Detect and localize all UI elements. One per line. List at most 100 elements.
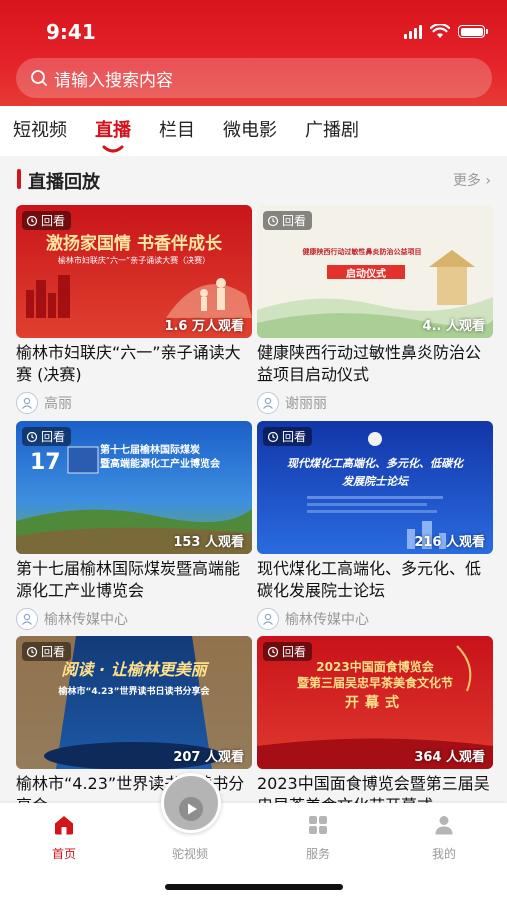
replay-badge-label: 回看: [41, 645, 66, 659]
home-icon: [55, 816, 73, 835]
card-thumbnail[interactable]: 阅读 · 让榆林更美丽 榆林市“4.23”世界读书日读书分享会 回看 207 人…: [16, 636, 252, 769]
thumbnail-headline: 启动仪式: [346, 269, 386, 280]
category-tabs: 短视频 直播 栏目 微电影 广播剧: [0, 106, 507, 156]
nav-services[interactable]: 服务: [278, 813, 358, 862]
replay-icon: [26, 431, 38, 442]
replay-badge: 回看: [22, 427, 72, 446]
card-author: 高丽: [16, 390, 252, 416]
thumbnail-subheadline: 暨高端能源化工产业博览会: [100, 459, 220, 470]
avatar: [257, 392, 279, 414]
tab-columns[interactable]: 栏目: [159, 119, 195, 143]
tab-micro-film[interactable]: 微电影: [223, 119, 277, 143]
replay-badge: 回看: [22, 211, 72, 230]
status-time: 9:41: [46, 20, 96, 44]
replay-badge-label: 回看: [41, 214, 66, 228]
section-header: 直播回放 更多 ›: [0, 156, 507, 202]
grid-icon: [309, 816, 327, 834]
video-center-button[interactable]: [161, 773, 221, 833]
replay-badge-label: 回看: [282, 645, 307, 659]
user-icon: [263, 397, 273, 409]
replay-card[interactable]: 现代煤化工高端化、多元化、低碳化 发展院士论坛 回看 216 人观看 现代煤化工…: [257, 421, 493, 632]
card-title[interactable]: 健康陕西行动过敏性鼻炎防治公益项目启动仪式: [257, 342, 493, 386]
replay-badge: 回看: [263, 642, 313, 661]
replay-badge-label: 回看: [282, 430, 307, 444]
thumbnail-headline: 第十七届榆林国际煤炭: [100, 445, 200, 456]
replay-icon: [26, 646, 38, 657]
author-name: 榆林传媒中心: [285, 612, 369, 628]
replay-card[interactable]: 健康陕西行动过敏性鼻炎防治公益项目 启动仪式 回看 4.. 人观看 健康陕西行动…: [257, 205, 493, 416]
replay-icon: [267, 431, 279, 442]
thumbnail-caption: 开幕式: [345, 695, 405, 711]
replay-card[interactable]: 17 第十七届榆林国际煤炭 暨高端能源化工产业博览会 回看 153 人观看 第十…: [16, 421, 252, 632]
section-title: 直播回放: [28, 172, 100, 193]
replay-badge: 回看: [263, 427, 313, 446]
view-count: 364 人观看: [414, 750, 485, 765]
card-thumbnail[interactable]: 2023中国面食博览会 暨第三届吴忠早茶美食文化节 开幕式 回看 364 人观看: [257, 636, 493, 769]
user-icon: [263, 613, 273, 625]
view-count: 207 人观看: [173, 750, 244, 765]
replay-badge-label: 回看: [41, 430, 66, 444]
avatar: [16, 392, 38, 414]
user-icon: [435, 816, 453, 835]
author-name: 高丽: [44, 396, 72, 412]
tab-live[interactable]: 直播: [95, 119, 131, 153]
wifi-icon: [430, 24, 450, 38]
card-thumbnail[interactable]: 健康陕西行动过敏性鼻炎防治公益项目 启动仪式 回看 4.. 人观看: [257, 205, 493, 338]
author-name: 榆林传媒中心: [44, 612, 128, 628]
card-author: 榆林传媒中心: [257, 606, 493, 632]
thumbnail-subheadline: 发展院士论坛: [342, 475, 408, 488]
home-indicator: [165, 884, 343, 890]
play-icon: [179, 797, 203, 821]
nav-video-label: 驼视频: [171, 847, 208, 861]
avatar: [257, 608, 279, 630]
card-thumbnail[interactable]: 激扬家国情 书香伴成长 榆林市妇联庆“六一”亲子诵读大赛（决赛） 回看 1.6 …: [16, 205, 252, 338]
replay-card[interactable]: 激扬家国情 书香伴成长 榆林市妇联庆“六一”亲子诵读大赛（决赛） 回看 1.6 …: [16, 205, 252, 416]
replay-badge: 回看: [263, 211, 313, 230]
status-bar: 9:41: [0, 0, 507, 56]
view-count: 4.. 人观看: [422, 319, 485, 334]
replay-icon: [26, 215, 38, 226]
tab-short-video[interactable]: 短视频: [13, 119, 67, 143]
replay-icon: [267, 646, 279, 657]
card-author: 榆林传媒中心: [16, 606, 252, 632]
replay-icon: [267, 215, 279, 226]
tab-live-label: 直播: [95, 120, 131, 141]
status-icons: [404, 24, 488, 39]
view-count: 216 人观看: [414, 535, 485, 550]
thumbnail-subheadline: 榆林市妇联庆“六一”亲子诵读大赛（决赛）: [57, 256, 211, 265]
app-header: 9:41 请输入搜索内容: [0, 0, 507, 106]
replay-card[interactable]: 2023中国面食博览会 暨第三届吴忠早茶美食文化节 开幕式 回看 364 人观看…: [257, 636, 493, 817]
avatar: [16, 608, 38, 630]
nav-home[interactable]: 首页: [24, 813, 104, 862]
replay-badge: 回看: [22, 642, 72, 661]
user-icon: [22, 397, 32, 409]
tab-radio-drama[interactable]: 广播剧: [305, 119, 359, 143]
view-count: 153 人观看: [173, 535, 244, 550]
section-accent-bar: [17, 169, 21, 189]
search-input[interactable]: 请输入搜索内容: [16, 58, 492, 98]
view-count: 1.6 万人观看: [164, 319, 244, 334]
nav-profile[interactable]: 我的: [404, 813, 484, 862]
nav-home-label: 首页: [51, 847, 76, 861]
more-link[interactable]: 更多 ›: [453, 170, 491, 190]
thumbnail-subheadline: 健康陕西行动过敏性鼻炎防治公益项目: [302, 248, 422, 256]
signal-icon: [404, 24, 422, 39]
replay-badge-label: 回看: [282, 214, 307, 228]
search-icon: [31, 70, 47, 86]
thumbnail-subheadline: 榆林市“4.23”世界读书日读书分享会: [58, 687, 210, 697]
nav-profile-label: 我的: [431, 847, 456, 861]
author-name: 谢丽丽: [285, 396, 327, 412]
thumbnail-subheadline: 暨第三届吴忠早茶美食文化节: [296, 676, 453, 690]
search-placeholder: 请输入搜索内容: [54, 70, 173, 91]
card-thumbnail[interactable]: 17 第十七届榆林国际煤炭 暨高端能源化工产业博览会 回看 153 人观看: [16, 421, 252, 554]
svg-text:17: 17: [30, 450, 61, 475]
card-title[interactable]: 第十七届榆林国际煤炭暨高端能源化工产业博览会: [16, 558, 252, 602]
card-author: 谢丽丽: [257, 390, 493, 416]
card-title[interactable]: 榆林市妇联庆“六一”亲子诵读大赛 (决赛): [16, 342, 252, 386]
nav-services-label: 服务: [305, 847, 330, 861]
card-thumbnail[interactable]: 现代煤化工高端化、多元化、低碳化 发展院士论坛 回看 216 人观看: [257, 421, 493, 554]
thumbnail-headline: 激扬家国情 书香伴成长: [46, 234, 222, 254]
card-title[interactable]: 现代煤化工高端化、多元化、低碳化发展院士论坛: [257, 558, 493, 602]
tab-active-indicator: [102, 145, 124, 153]
thumbnail-headline: 现代煤化工高端化、多元化、低碳化: [287, 457, 463, 470]
